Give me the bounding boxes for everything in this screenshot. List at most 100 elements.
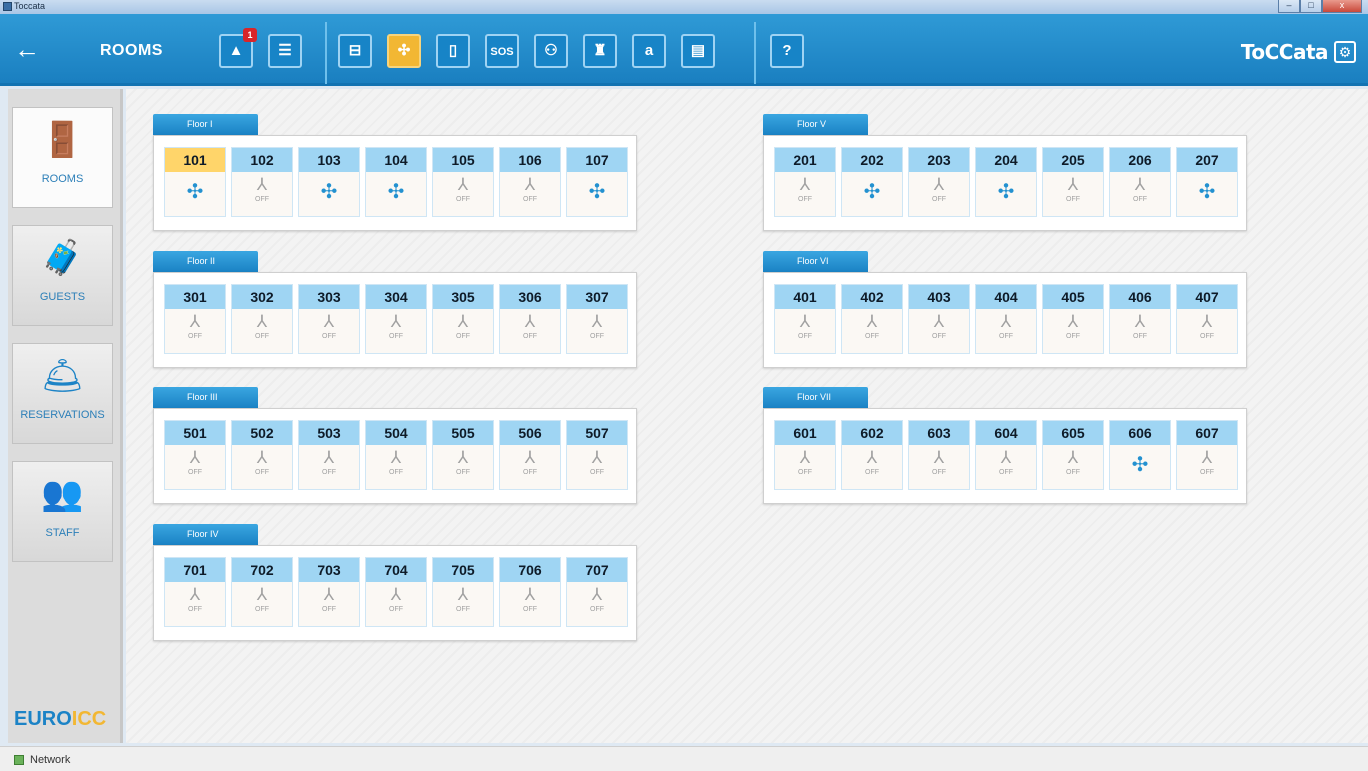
- room-tile-507[interactable]: 507 ⅄ OFF: [566, 420, 628, 490]
- room-number: 104: [366, 148, 426, 172]
- warning-icon: ▲: [228, 42, 244, 59]
- fan-off-icon: ⅄: [933, 175, 945, 194]
- room-number: 502: [232, 421, 292, 445]
- room-tile-604[interactable]: 604 ⅄ OFF: [975, 420, 1037, 490]
- floor-panel: Floor II 301 ⅄ OFF 302 ⅄ OFF 303 ⅄ OFF 304 ⅄ OFF 305 ⅄…: [153, 251, 637, 368]
- off-label: OFF: [1133, 196, 1147, 203]
- room-tile-603[interactable]: 603 ⅄ OFF: [908, 420, 970, 490]
- room-tile-206[interactable]: 206 ⅄ OFF: [1109, 147, 1171, 217]
- room-tile-305[interactable]: 305 ⅄ OFF: [432, 284, 494, 354]
- housekeeping-button[interactable]: ♜: [583, 34, 617, 68]
- fan-off-icon: ⅄: [1067, 448, 1079, 467]
- room-tile-606[interactable]: 606 ✣: [1109, 420, 1171, 490]
- room-number: 305: [433, 285, 493, 309]
- room-tile-607[interactable]: 607 ⅄ OFF: [1176, 420, 1238, 490]
- room-tile-404[interactable]: 404 ⅄ OFF: [975, 284, 1037, 354]
- room-tile-304[interactable]: 304 ⅄ OFF: [365, 284, 427, 354]
- off-label: OFF: [389, 469, 403, 476]
- room-tile-107[interactable]: 107 ✣: [566, 147, 628, 217]
- off-label: OFF: [255, 196, 269, 203]
- room-tile-101[interactable]: 101 ✣: [164, 147, 226, 217]
- close-button[interactable]: x: [1322, 0, 1362, 13]
- room-tile-302[interactable]: 302 ⅄ OFF: [231, 284, 293, 354]
- room-tile-707[interactable]: 707 ⅄ OFF: [566, 557, 628, 627]
- room-tile-303[interactable]: 303 ⅄ OFF: [298, 284, 360, 354]
- room-tile-205[interactable]: 205 ⅄ OFF: [1042, 147, 1104, 217]
- room-tile-301[interactable]: 301 ⅄ OFF: [164, 284, 226, 354]
- floor-tab[interactable]: Floor V: [763, 114, 868, 135]
- room-fan-status: ⅄ OFF: [299, 445, 359, 489]
- sidebar-item-guests[interactable]: 🧳 GUESTS: [12, 225, 113, 326]
- room-tile-405[interactable]: 405 ⅄ OFF: [1042, 284, 1104, 354]
- room-tile-503[interactable]: 503 ⅄ OFF: [298, 420, 360, 490]
- room-tile-102[interactable]: 102 ⅄ OFF: [231, 147, 293, 217]
- room-tile-602[interactable]: 602 ⅄ OFF: [841, 420, 903, 490]
- room-tile-203[interactable]: 203 ⅄ OFF: [908, 147, 970, 217]
- floor-tab[interactable]: Floor I: [153, 114, 258, 135]
- service-button[interactable]: ⚇: [534, 34, 568, 68]
- room-tile-202[interactable]: 202 ✣: [841, 147, 903, 217]
- room-tile-704[interactable]: 704 ⅄ OFF: [365, 557, 427, 627]
- fan-button[interactable]: ✣: [387, 34, 421, 68]
- room-fan-status: ⅄ OFF: [500, 172, 560, 216]
- room-tile-103[interactable]: 103 ✣: [298, 147, 360, 217]
- room-tile-104[interactable]: 104 ✣: [365, 147, 427, 217]
- room-tile-201[interactable]: 201 ⅄ OFF: [774, 147, 836, 217]
- room-tile-506[interactable]: 506 ⅄ OFF: [499, 420, 561, 490]
- room-fan-status: ⅄ OFF: [500, 582, 560, 626]
- room-tile-406[interactable]: 406 ⅄ OFF: [1109, 284, 1171, 354]
- room-fan-status: ⅄ OFF: [976, 445, 1036, 489]
- room-tile-204[interactable]: 204 ✣: [975, 147, 1037, 217]
- fan-off-icon: ⅄: [591, 312, 603, 331]
- minimize-button[interactable]: –: [1278, 0, 1300, 13]
- room-tile-706[interactable]: 706 ⅄ OFF: [499, 557, 561, 627]
- room-tile-504[interactable]: 504 ⅄ OFF: [365, 420, 427, 490]
- room-list: 501 ⅄ OFF 502 ⅄ OFF 503 ⅄ OFF 504 ⅄ OFF 505 ⅄ OFF 506 ⅄ O…: [164, 420, 628, 490]
- room-fan-status: ⅄ OFF: [433, 582, 493, 626]
- room-tile-502[interactable]: 502 ⅄ OFF: [231, 420, 293, 490]
- room-fan-status: ⅄ OFF: [1043, 309, 1103, 353]
- room-tile-702[interactable]: 702 ⅄ OFF: [231, 557, 293, 627]
- floor-tab[interactable]: Floor VII: [763, 387, 868, 408]
- room-tile-105[interactable]: 105 ⅄ OFF: [432, 147, 494, 217]
- thermostat-button[interactable]: ⊟: [338, 34, 372, 68]
- fan-off-icon: ⅄: [524, 585, 536, 604]
- sidebar-item-rooms[interactable]: 🚪 ROOMS: [12, 107, 113, 208]
- back-arrow-icon[interactable]: ←: [14, 36, 50, 62]
- card-button[interactable]: ▤: [681, 34, 715, 68]
- floor-tab[interactable]: Floor III: [153, 387, 258, 408]
- room-tile-106[interactable]: 106 ⅄ OFF: [499, 147, 561, 217]
- maximize-button[interactable]: □: [1300, 0, 1322, 13]
- sidebar-item-staff[interactable]: 👥 STAFF: [12, 461, 113, 562]
- room-list: 701 ⅄ OFF 702 ⅄ OFF 703 ⅄ OFF 704 ⅄ OFF 705 ⅄ OFF 706 ⅄ O…: [164, 557, 628, 627]
- alerts-button[interactable]: ▲ 1: [219, 28, 257, 68]
- sidebar-item-reservations[interactable]: 🛎 RESERVATIONS: [12, 343, 113, 444]
- floor-tab[interactable]: Floor IV: [153, 524, 258, 545]
- settings-gear-icon[interactable]: ⚙: [1334, 41, 1356, 63]
- room-tile-705[interactable]: 705 ⅄ OFF: [432, 557, 494, 627]
- room-tile-207[interactable]: 207 ✣: [1176, 147, 1238, 217]
- room-tile-306[interactable]: 306 ⅄ OFF: [499, 284, 561, 354]
- room-fan-status: ⅄ OFF: [299, 582, 359, 626]
- list-button[interactable]: ☰: [268, 34, 302, 68]
- sos-button[interactable]: SOS: [485, 34, 519, 68]
- room-tile-307[interactable]: 307 ⅄ OFF: [566, 284, 628, 354]
- room-tile-701[interactable]: 701 ⅄ OFF: [164, 557, 226, 627]
- fan-off-icon: ⅄: [591, 448, 603, 467]
- room-tile-407[interactable]: 407 ⅄ OFF: [1176, 284, 1238, 354]
- door-button[interactable]: ▯: [436, 34, 470, 68]
- room-tile-401[interactable]: 401 ⅄ OFF: [774, 284, 836, 354]
- help-button[interactable]: ?: [770, 34, 804, 68]
- fan-off-icon: ⅄: [256, 175, 268, 194]
- room-tile-402[interactable]: 402 ⅄ OFF: [841, 284, 903, 354]
- do-not-disturb-button[interactable]: a: [632, 34, 666, 68]
- room-tile-505[interactable]: 505 ⅄ OFF: [432, 420, 494, 490]
- room-tile-601[interactable]: 601 ⅄ OFF: [774, 420, 836, 490]
- floor-tab[interactable]: Floor VI: [763, 251, 868, 272]
- room-fan-status: ⅄ OFF: [433, 445, 493, 489]
- room-tile-605[interactable]: 605 ⅄ OFF: [1042, 420, 1104, 490]
- room-tile-703[interactable]: 703 ⅄ OFF: [298, 557, 360, 627]
- room-tile-403[interactable]: 403 ⅄ OFF: [908, 284, 970, 354]
- room-tile-501[interactable]: 501 ⅄ OFF: [164, 420, 226, 490]
- floor-tab[interactable]: Floor II: [153, 251, 258, 272]
